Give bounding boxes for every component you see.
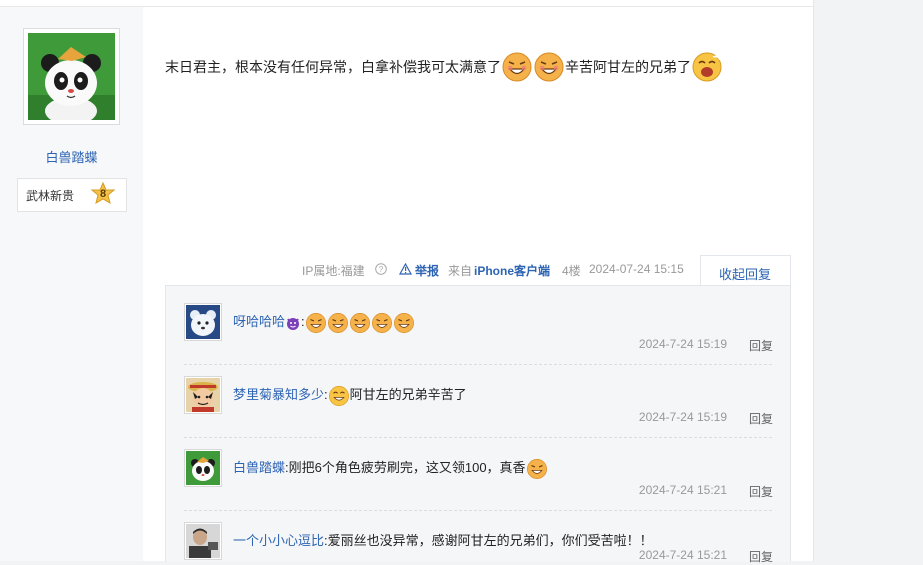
grin-emoji-icon	[393, 312, 414, 333]
reply-timestamp: 2024-7-24 15:21	[638, 548, 727, 562]
post-text-part2: 辛苦阿甘左的兄弟了	[565, 59, 691, 75]
reply-list: 呀哈哈哈 : 2024-7-24 15:19 回复 梦里菊暴知多少: 阿甘左的兄…	[165, 285, 791, 565]
reply-timestamp: 2024-7-24 15:19	[638, 410, 727, 424]
bear-avatar-icon	[186, 305, 220, 339]
reply-username[interactable]: 梦里菊暴知多少	[233, 387, 324, 402]
post-text-part1: 末日君主，根本没有任何异常，白拿补偿我可太满意了	[165, 59, 501, 75]
reply-username[interactable]: 白兽踏蝶	[233, 460, 285, 475]
reply-divider	[184, 364, 772, 365]
rank-label: 武林新贵	[26, 189, 75, 203]
grin-emoji-icon	[371, 312, 392, 333]
reply-avatar[interactable]	[184, 303, 222, 341]
laugh-emoji-icon	[328, 385, 349, 406]
reply-button[interactable]: 回复	[749, 548, 773, 565]
reply-timestamp: 2024-7-24 15:19	[638, 337, 727, 351]
reply-text: 爱丽丝也没异常，感谢阿甘左的兄弟们，你们受苦啦！！	[327, 533, 653, 548]
question-circle-icon[interactable]: ?	[375, 263, 387, 275]
panda-avatar-icon	[28, 33, 115, 120]
reply-avatar[interactable]	[184, 449, 222, 487]
post-page: 白兽踏蝶 武林新贵 8 末日君主，根本没有任何异常，白拿补偿我可太满意了 辛苦阿…	[0, 0, 814, 565]
grin-emoji-icon	[534, 52, 564, 82]
report-link[interactable]: 举报	[415, 262, 439, 279]
devil-emoji-icon	[287, 317, 300, 330]
warning-triangle-icon[interactable]	[399, 263, 412, 275]
reply-timestamp: 2024-7-24 15:21	[638, 483, 727, 497]
author-avatar[interactable]	[23, 28, 120, 125]
reply-line: 梦里菊暴知多少: 阿甘左的兄弟辛苦了	[233, 384, 467, 407]
collapse-replies-tab[interactable]: 收起回复	[700, 255, 791, 286]
reply-button[interactable]: 回复	[749, 337, 773, 354]
client-link[interactable]: iPhone客户端	[474, 262, 550, 279]
reply-divider	[184, 510, 772, 511]
reply-avatar[interactable]	[184, 522, 222, 560]
reply-button[interactable]: 回复	[749, 483, 773, 500]
panda-avatar-icon	[186, 451, 220, 485]
grin-emoji-icon	[526, 458, 547, 479]
rank-level: 8	[99, 188, 107, 200]
grin-emoji-icon	[327, 312, 348, 333]
reply-button[interactable]: 回复	[749, 410, 773, 427]
svg-text:?: ?	[379, 265, 384, 274]
rank-badge-box[interactable]: 武林新贵 8	[17, 178, 127, 212]
grin-emoji-icon	[349, 312, 370, 333]
reply-line: 呀哈哈哈 :	[233, 311, 415, 334]
ip-location: IP属地:福建	[302, 264, 365, 278]
post-timestamp: 2024-07-24 15:15	[589, 262, 684, 276]
author-name-link[interactable]: 白兽踏蝶	[0, 147, 143, 166]
post-body: 末日君主，根本没有任何异常，白拿补偿我可太满意了 辛苦阿甘左的兄弟了	[165, 51, 723, 83]
top-divider	[0, 0, 813, 7]
anime-avatar-icon	[186, 378, 220, 412]
reply-divider	[184, 437, 772, 438]
person-avatar-icon	[186, 524, 220, 558]
reply-avatar[interactable]	[184, 376, 222, 414]
reply-username[interactable]: 一个小小心逗比	[233, 533, 324, 548]
reply-username[interactable]: 呀哈哈哈	[233, 314, 285, 329]
from-label: 来自	[448, 264, 473, 278]
collapse-replies-label: 收起回复	[719, 267, 772, 282]
reply-text: 刚把6个角色疲劳刷完，这又领100，真香	[288, 460, 526, 475]
reply-text: 阿甘左的兄弟辛苦了	[349, 387, 467, 402]
reply-line: 白兽踏蝶:刚把6个角色疲劳刷完，这又领100，真香	[233, 457, 548, 480]
grin-emoji-icon	[305, 312, 326, 333]
laugh-emoji-icon	[692, 52, 722, 82]
floor-number: 4楼	[562, 264, 581, 278]
reply-line: 一个小小心逗比:爱丽丝也没异常，感谢阿甘左的兄弟们，你们受苦啦！！	[233, 530, 653, 549]
rank-star-icon: 8	[90, 181, 116, 208]
grin-emoji-icon	[502, 52, 532, 82]
